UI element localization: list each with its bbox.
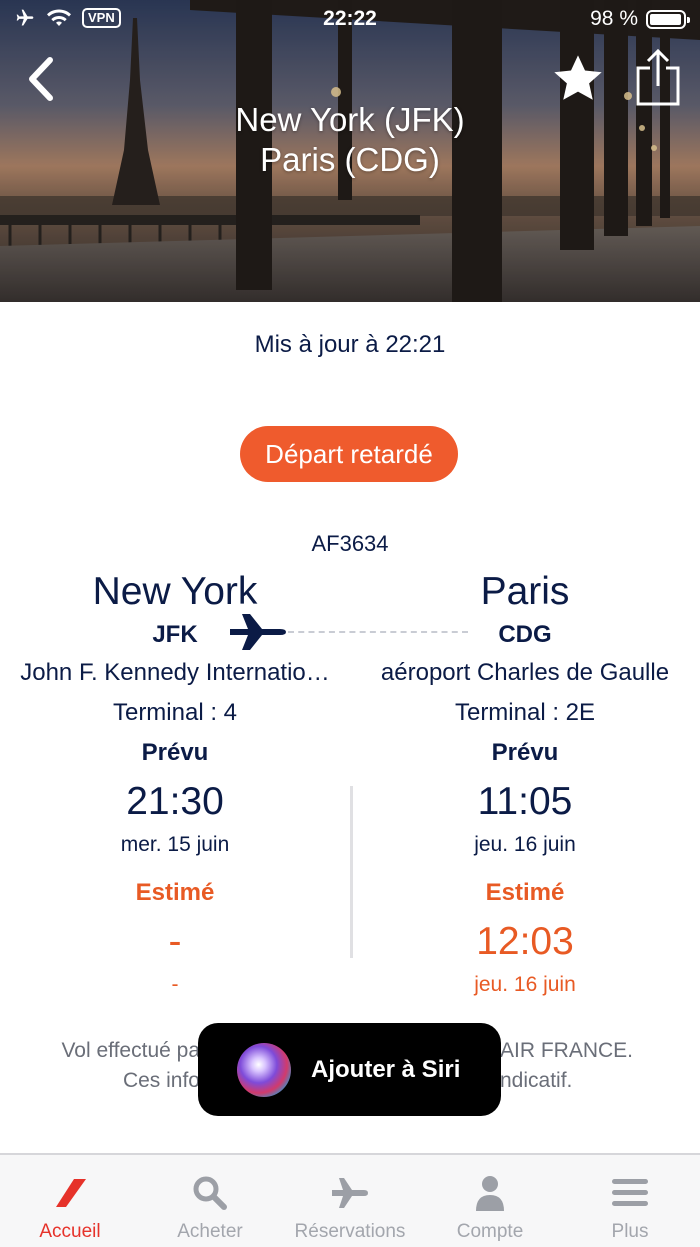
tab-label: Réservations [294,1221,406,1242]
departure-code: JFK [152,621,198,648]
tab-plus[interactable]: Plus [560,1155,700,1247]
arrival-estimated-date: jeu. 16 juin [474,973,576,996]
tab-accueil[interactable]: Accueil [0,1155,140,1247]
departure-column: New York JFK John F. Kennedy Internatio…… [0,560,350,1000]
status-right: 98 % [590,7,690,31]
route-line-destination: Paris (CDG) [260,141,440,178]
departure-planned-label: Prévu [141,739,209,766]
departure-city: New York [92,570,258,613]
tab-label: Compte [456,1221,524,1242]
status-bar: VPN 22:22 98 % [0,0,700,40]
arrival-planned-label: Prévu [491,739,559,766]
departure-terminal: Terminal : 4 [112,699,238,726]
siri-icon [237,1042,291,1097]
header-hero: VPN 22:22 98 % New York (JFK) Paris (CDG… [0,0,700,302]
route-title: New York (JFK) Paris (CDG) [0,100,700,180]
plane-icon [332,1178,368,1208]
arrival-terminal: Terminal : 2E [454,699,596,726]
add-to-siri-label: Ajouter à Siri [311,1055,461,1083]
air-france-logo-icon [56,1179,86,1207]
tab-label: Accueil [39,1221,101,1242]
last-updated-text: Mis à jour à 22:21 [254,331,446,358]
menu-icon [612,1179,648,1206]
battery-icon [646,9,690,29]
arrival-estimated-label: Estimé [485,879,565,906]
arrival-airport: aéroport Charles de Gaulle [380,659,670,686]
battery-fill [650,13,682,25]
tab-acheter[interactable]: Acheter [140,1155,280,1247]
operator-note-line2-right: ndicatif. [500,1069,573,1092]
flight-number: AF3634 [311,531,389,556]
chevron-left-icon [29,57,53,101]
tab-reservations[interactable]: Réservations [280,1155,420,1247]
flight-status-badge: Départ retardé [240,426,458,482]
tab-label: Plus [611,1221,649,1242]
departure-estimated-date: - [171,973,179,996]
tab-label: Acheter [177,1221,243,1242]
arrival-planned-time: 11:05 [477,780,573,823]
departure-estimated-time: - [168,920,182,963]
departure-planned-date: mer. 15 juin [120,833,230,856]
arrival-code: CDG [498,621,552,648]
add-to-siri-button[interactable]: Ajouter à Siri [198,1023,501,1116]
departure-airport: John F. Kennedy Internatio… [20,659,330,686]
person-icon [476,1176,504,1211]
arrival-city: Paris [480,570,570,613]
route-line-origin: New York (JFK) [235,101,465,138]
arrival-planned-date: jeu. 16 juin [474,833,576,856]
tab-compte[interactable]: Compte [420,1155,560,1247]
search-icon [193,1176,227,1210]
back-button[interactable] [22,54,62,104]
departure-planned-time: 21:30 [126,780,224,823]
arrival-estimated-time: 12:03 [476,920,574,963]
departure-estimated-label: Estimé [135,879,215,906]
operator-note-line2-left: Ces info [122,1069,200,1092]
operator-note-line1-left: Vol effectué pa [61,1039,200,1062]
operator-note-line1-right: AIR FRANCE. [500,1039,634,1062]
arrival-column: Paris CDG aéroport Charles de Gaulle Ter… [350,560,700,1000]
tab-bar: Accueil Acheter Réservations Compte Plus [0,1153,700,1247]
battery-percent: 98 % [590,7,638,30]
